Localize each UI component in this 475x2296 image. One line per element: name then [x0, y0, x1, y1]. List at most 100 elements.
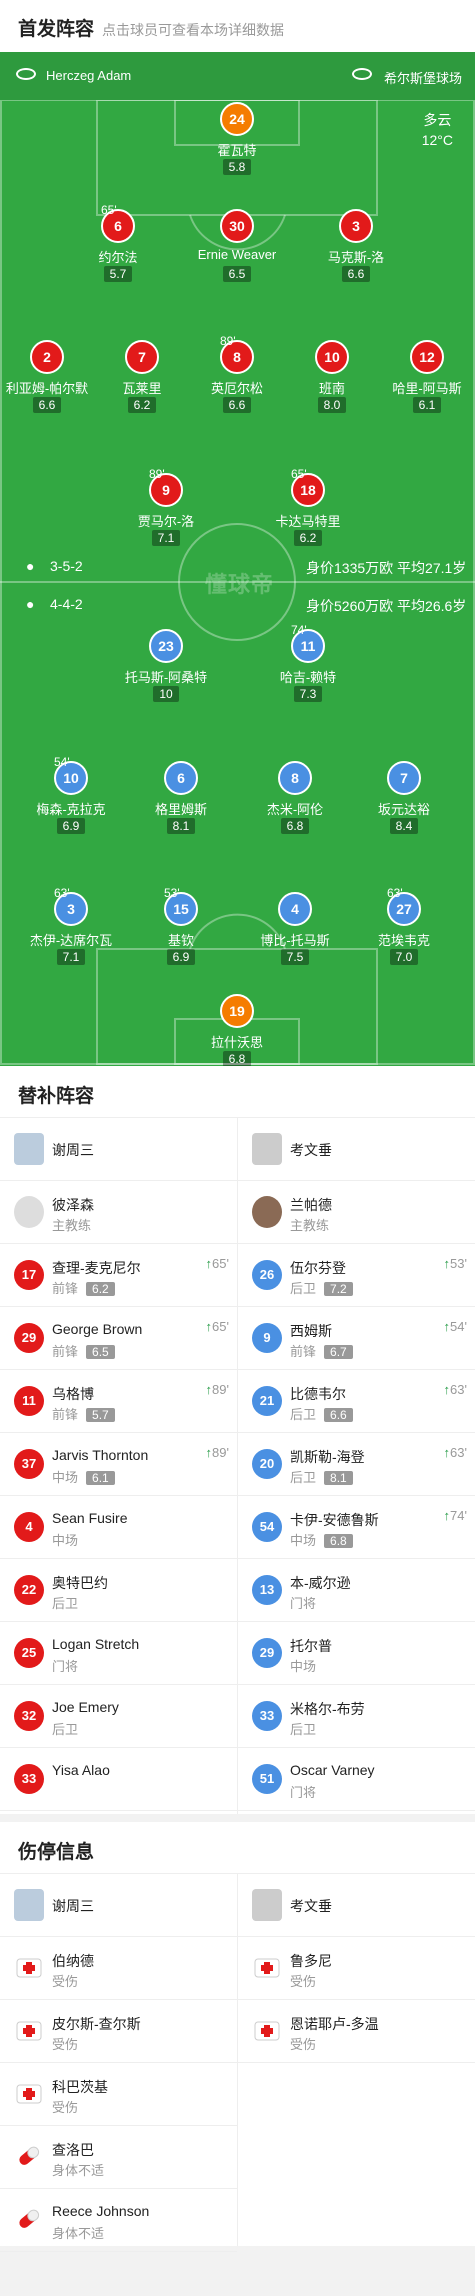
sub-out-icon: 53' — [164, 886, 180, 900]
sub-player-row[interactable]: 20 凯斯勒-海登 后卫 8.1 ↑63' — [238, 1433, 475, 1496]
player-away[interactable]: 3 63' 杰伊-达席尔瓦 7.1 — [16, 886, 126, 966]
medkit-icon — [252, 2015, 282, 2047]
whistle-icon — [16, 68, 36, 80]
injury-status: 受伤 — [290, 2037, 317, 2052]
player-name: George Brown — [52, 1321, 143, 1337]
player-rating: 6.5 — [86, 1345, 115, 1359]
player-rating: 7.2 — [324, 1282, 353, 1296]
player-home[interactable]: 9 89' 贾马尔-洛 7.1 — [111, 467, 221, 547]
injury-row[interactable]: 伯纳德 受伤 — [0, 1937, 237, 2000]
player-away[interactable]: 4 博比-托马斯 7.5 — [240, 892, 350, 966]
player-home[interactable]: 10 班南 8.0 — [277, 340, 387, 414]
sub-player-row[interactable]: 37 Jarvis Thornton 中场 6.1 ↑89' — [0, 1433, 237, 1496]
sub-player-row[interactable]: 54 卡伊-安德鲁斯 中场 6.8 ↑74' — [238, 1496, 475, 1559]
injury-row[interactable]: Reece Johnson 身体不适 — [0, 2189, 237, 2252]
shirt-number: 51 — [252, 1764, 282, 1794]
sub-player-row[interactable]: 33 Yisa Alao — [0, 1748, 237, 1811]
player-home[interactable]: 8 89' 英厄尔松 6.6 — [182, 334, 292, 414]
team-row[interactable]: 谢周三 — [0, 1118, 237, 1181]
sub-player-row[interactable]: 32 Joe Emery 后卫 — [0, 1685, 237, 1748]
team-row[interactable]: 谢周三 — [0, 1874, 237, 1937]
sub-player-row[interactable]: 17 查理-麦克尼尔 前锋 6.2 ↑65' — [0, 1244, 237, 1307]
player-home[interactable]: 3 马克斯-洛 6.6 — [301, 209, 411, 283]
player-away[interactable]: 8 杰米-阿伦 6.8 — [240, 761, 350, 835]
player-name: 米格尔-布劳 — [290, 1701, 365, 1717]
sub-player-row[interactable]: 4 Sean Fusire 中场 — [0, 1496, 237, 1559]
sub-player-row[interactable]: 11 乌格博 前锋 5.7 ↑89' — [0, 1370, 237, 1433]
sub-in-icon: ↑65' — [205, 1319, 229, 1334]
away-team-info: 身价5260万欧 平均26.6岁 — [306, 598, 467, 614]
player-name: 查洛巴 — [52, 2142, 94, 2158]
shirt-number: 33 — [252, 1701, 282, 1731]
player-home[interactable]: 6 65' 约尔法 5.7 — [63, 203, 173, 283]
player-away[interactable]: 27 63' 范埃韦克 7.0 — [349, 886, 459, 966]
player-name: 西姆斯 — [290, 1323, 332, 1339]
player-position: 门将 — [52, 1659, 79, 1674]
sub-player-row[interactable]: 29 George Brown 前锋 6.5 ↑65' — [0, 1307, 237, 1370]
stadium-icon — [352, 68, 372, 80]
player-away[interactable]: 15 53' 基钦 6.9 — [126, 886, 236, 966]
shirt-number: 37 — [14, 1449, 44, 1479]
coach-row[interactable]: 兰帕德 主教练 — [238, 1181, 475, 1244]
team-row[interactable]: 考文垂 — [238, 1874, 475, 1937]
player-away[interactable]: 7 坂元达裕 8.4 — [349, 761, 459, 835]
player-rating: 6.1 — [86, 1471, 115, 1485]
medkit-icon — [14, 2078, 44, 2110]
player-name: 比德韦尔 — [290, 1386, 346, 1402]
sub-player-row[interactable]: 9 西姆斯 前锋 6.7 ↑54' — [238, 1307, 475, 1370]
team-row[interactable]: 考文垂 — [238, 1118, 475, 1181]
shirt-number: 25 — [14, 1638, 44, 1668]
player-away[interactable]: 23 托马斯-阿桑特 10 — [111, 629, 221, 703]
injury-row[interactable]: 恩诺耶卢-多温 受伤 — [238, 2000, 475, 2063]
away-injuries-column: 考文垂 鲁多尼 受伤 恩诺耶卢-多温 受伤 — [238, 1874, 475, 2063]
injury-status: 身体不适 — [52, 2163, 105, 2178]
coach-row[interactable]: 彼泽森 主教练 — [0, 1181, 237, 1244]
home-subs-column: 谢周三 彼泽森 主教练 17 查理-麦克尼尔 前锋 6.2 ↑65' 29 George Br… — [0, 1118, 237, 1811]
sub-player-row[interactable]: 51 Oscar Varney 门将 — [238, 1748, 475, 1811]
player-position: 前锋 6.5 — [52, 1341, 115, 1360]
injury-status: 受伤 — [52, 1974, 79, 1989]
sub-player-row[interactable]: 13 本-威尔逊 门将 — [238, 1559, 475, 1622]
injury-row[interactable]: 查洛巴 身体不适 — [0, 2126, 237, 2189]
player-home[interactable]: 7 瓦莱里 6.2 — [87, 340, 197, 414]
player-position: 门将 — [290, 1785, 317, 1800]
player-away[interactable]: 10 54' 梅森-克拉克 6.9 — [16, 755, 126, 835]
sub-player-row[interactable]: 29 托尔普 中场 — [238, 1622, 475, 1685]
section-title: 首发阵容 — [18, 19, 95, 40]
sub-player-row[interactable]: 26 伍尔芬登 后卫 7.2 ↑53' — [238, 1244, 475, 1307]
away-formation: 4-4-2 — [50, 596, 83, 612]
player-away[interactable]: 19 拉什沃思 6.8 — [182, 994, 292, 1066]
player-name: 恩诺耶卢-多温 — [290, 2016, 379, 2032]
player-name: 本-威尔逊 — [290, 1575, 351, 1591]
player-home[interactable]: 18 65' 卡达马特里 6.2 — [253, 467, 363, 547]
player-home[interactable]: 30 Ernie Weaver 6.5 — [182, 209, 292, 283]
player-away[interactable]: 11 74' 哈吉-赖特 7.3 — [253, 623, 363, 703]
player-rating: 8.1 — [324, 1471, 353, 1485]
sub-in-icon: ↑74' — [443, 1508, 467, 1523]
sub-player-row[interactable]: 25 Logan Stretch 门将 — [0, 1622, 237, 1685]
player-name: 托尔普 — [290, 1638, 332, 1654]
referee-name: Herczeg Adam — [46, 68, 132, 83]
player-home[interactable]: 24 霍瓦特 5.8 — [182, 102, 292, 176]
sub-out-icon: 54' — [54, 755, 70, 769]
substitutes-section: 替补阵容 谢周三 彼泽森 主教练 17 查理-麦克尼尔 前锋 6.2 ↑65' 29 Geor… — [0, 1066, 475, 1814]
sub-player-row[interactable]: 33 米格尔-布劳 后卫 — [238, 1685, 475, 1748]
sub-player-row[interactable]: 21 比德韦尔 后卫 6.6 ↑63' — [238, 1370, 475, 1433]
player-name: Sean Fusire — [52, 1510, 128, 1526]
avatar — [14, 1196, 44, 1228]
player-away[interactable]: 6 格里姆斯 8.1 — [126, 761, 236, 835]
injury-row[interactable]: 皮尔斯-查尔斯 受伤 — [0, 2000, 237, 2063]
team-crest-icon — [14, 1889, 44, 1921]
sub-in-icon: ↑53' — [443, 1256, 467, 1271]
player-position: 中场 6.1 — [52, 1467, 115, 1486]
player-home[interactable]: 12 哈里-阿马斯 6.1 — [372, 340, 475, 414]
shirt-number: 17 — [14, 1260, 44, 1290]
player-name: 科巴茨基 — [52, 2079, 108, 2095]
home-formation: 3-5-2 — [50, 558, 83, 574]
player-position: 中场 — [290, 1659, 317, 1674]
injury-row[interactable]: 科巴茨基 受伤 — [0, 2063, 237, 2126]
sub-player-row[interactable]: 22 奥特巴约 后卫 — [0, 1559, 237, 1622]
sub-out-icon: 63' — [54, 886, 70, 900]
injury-row[interactable]: 鲁多尼 受伤 — [238, 1937, 475, 2000]
shirt-number: 13 — [252, 1575, 282, 1605]
